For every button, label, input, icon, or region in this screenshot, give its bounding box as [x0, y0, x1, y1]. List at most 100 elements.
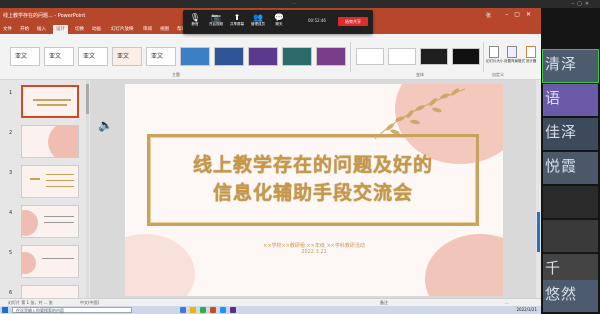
slide-thumbnail[interactable]: [21, 205, 79, 238]
tab-view[interactable]: 视图: [160, 26, 169, 32]
tab-animations[interactable]: 动画: [92, 26, 101, 32]
theme-option[interactable]: [180, 47, 210, 66]
format-background-button[interactable]: 设置背景格式: [504, 46, 525, 64]
customize-group-label: 自定义: [492, 72, 504, 77]
thumb-number: 4: [9, 210, 13, 216]
theme-option[interactable]: [214, 47, 244, 66]
slide-editor: 🔈 线上教学存在的问题及好的 信息化辅助手段交流会 ××学校××教研组 ××年级…: [90, 80, 541, 298]
tab-home[interactable]: 开始: [20, 26, 29, 32]
thumb-text-line: [44, 216, 74, 217]
theme-option[interactable]: [248, 47, 278, 66]
windows-taskbar: 在这里输入你要搜索的内容 2022/3/21: [0, 306, 541, 314]
thumb-number: 3: [9, 170, 13, 176]
participant-tile[interactable]: 清泽: [542, 49, 599, 83]
speaker-icon[interactable]: 🔈: [98, 118, 114, 132]
mic-icon: 🎙: [189, 13, 201, 22]
variant-option[interactable]: [452, 48, 480, 65]
thumb-title-line: [30, 178, 40, 180]
zoom-level[interactable]: ...: [505, 300, 509, 305]
thumb-decoration: [48, 126, 78, 157]
variant-option[interactable]: [420, 48, 448, 65]
meeting-topbar: ... –▢✕: [0, 0, 600, 8]
share-icon: ⬆: [233, 13, 241, 22]
explorer-icon[interactable]: [190, 307, 196, 313]
thumb-decoration: [22, 252, 36, 274]
ppt-title: 线上教学存在的问题... - PowerPoint: [3, 13, 86, 19]
ribbon-divider: [483, 42, 484, 72]
edge-icon[interactable]: [180, 307, 186, 313]
powerpoint-icon[interactable]: [210, 307, 216, 313]
theme-option[interactable]: [282, 47, 312, 66]
participants-panel: 清泽 语 佳泽 悦霞 千 悠然: [541, 8, 600, 314]
thumb-text-line: [46, 186, 74, 187]
members-button[interactable]: 👥 管理成员: [249, 13, 267, 27]
slide-size-icon: [489, 46, 499, 58]
scrollbar-thumb[interactable]: [86, 84, 89, 114]
participant-tile[interactable]: 悠然: [543, 280, 598, 312]
end-share-button[interactable]: 结束共享: [338, 17, 368, 26]
scrollbar-thumb[interactable]: [537, 212, 540, 252]
theme-option[interactable]: 亚文: [78, 47, 108, 66]
thumb-number: 5: [9, 250, 13, 256]
thumb-decoration: [22, 210, 38, 236]
ppt-window-controls[interactable]: –▢✕: [505, 11, 537, 18]
window-controls[interactable]: –▢✕: [572, 1, 592, 7]
taskbar-search[interactable]: 在这里输入你要搜索的内容: [12, 307, 132, 313]
slide-subtitle[interactable]: ××学校××教研组 ××年级 ××学科教研活动: [125, 242, 503, 249]
participant-tile[interactable]: [543, 186, 598, 218]
screen: ... –▢✕ 线上教学存在的问题... - PowerPoint 张 –▢✕ …: [0, 0, 600, 314]
chat-icon: 💬: [274, 13, 284, 22]
video-button[interactable]: 📷 开启视频: [207, 13, 225, 27]
user-name[interactable]: 张: [486, 12, 491, 19]
thumb-text-line: [46, 180, 74, 181]
current-slide[interactable]: 线上教学存在的问题及好的 信息化辅助手段交流会 ××学校××教研组 ××年级 ×…: [125, 84, 503, 296]
variant-option[interactable]: [356, 48, 384, 65]
designer-button[interactable]: 设计器: [523, 46, 539, 64]
slide-date[interactable]: 2022.3.21: [125, 249, 503, 255]
theme-option[interactable]: [316, 47, 346, 66]
thumb-number: 6: [9, 290, 13, 296]
members-icon: 👥: [253, 13, 263, 22]
variants-group-label: 变体: [416, 72, 424, 77]
tab-design[interactable]: 设计: [53, 25, 68, 34]
theme-option[interactable]: 亚文: [146, 47, 176, 66]
slide-thumbnail[interactable]: [21, 285, 79, 298]
thumb-number: 2: [9, 130, 13, 136]
designer-icon: [526, 46, 536, 58]
participant-tile[interactable]: 悦霞: [543, 152, 598, 184]
theme-option[interactable]: 亚文: [112, 47, 142, 66]
theme-option[interactable]: 亚文: [44, 47, 74, 66]
tab-transitions[interactable]: 切换: [75, 26, 84, 32]
ribbon-divider: [350, 42, 351, 72]
wechat-icon[interactable]: [200, 307, 206, 313]
tab-file[interactable]: 文件: [3, 26, 12, 32]
design-ribbon: 亚文 亚文 亚文 亚文 亚文 主题 变体 幻灯片大小 设置背景格式 自定义 设计…: [0, 34, 541, 80]
slide-thumbnail[interactable]: [21, 245, 79, 278]
slide-thumbnails-pane: 1 2 3 4 5 6: [0, 80, 88, 298]
tab-insert[interactable]: 插入: [37, 26, 46, 32]
powerpoint-window: 线上教学存在的问题... - PowerPoint 张 –▢✕ 文件 开始 插入…: [0, 8, 541, 306]
slide-thumbnail[interactable]: [21, 165, 79, 198]
participant-tile[interactable]: [543, 220, 598, 252]
slide-title-line2[interactable]: 信息化辅助手段交流会: [147, 178, 479, 205]
chat-button[interactable]: 💬 聊天: [270, 13, 288, 27]
slide-size-button[interactable]: 幻灯片大小: [486, 46, 504, 64]
slide-title-line1[interactable]: 线上教学存在的问题及好的: [147, 150, 479, 177]
share-screen-button[interactable]: ⬆ 共享屏幕: [228, 13, 246, 27]
meeting-app-icon[interactable]: [220, 307, 226, 313]
tab-slideshow[interactable]: 幻灯片放映: [111, 26, 134, 32]
theme-option[interactable]: 亚文: [10, 47, 40, 66]
slide-thumbnail[interactable]: [21, 125, 79, 158]
windows-start-icon[interactable]: [2, 307, 8, 313]
thumbnails-scrollbar[interactable]: [86, 80, 89, 298]
thumb-text-line: [44, 222, 74, 223]
thumb-text-line: [46, 174, 74, 175]
participant-tile[interactable]: 佳泽: [543, 118, 598, 150]
meeting-duration: 00:52:46: [308, 18, 326, 23]
participant-tile[interactable]: 语: [543, 84, 598, 116]
mute-button[interactable]: 🎙 静音: [186, 13, 204, 27]
slide-thumbnail[interactable]: [21, 85, 79, 118]
tab-review[interactable]: 审阅: [143, 26, 152, 32]
app-icon[interactable]: [230, 307, 236, 313]
variant-option[interactable]: [388, 48, 416, 65]
